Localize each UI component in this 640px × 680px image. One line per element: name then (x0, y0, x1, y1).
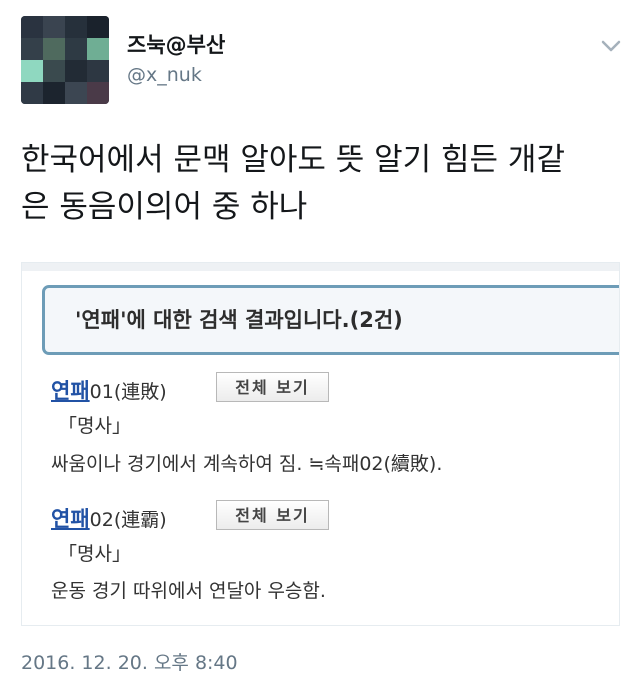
headword-link[interactable]: 연패 (51, 507, 90, 531)
tweet-timestamp[interactable]: 2016. 12. 20. 오후 8:40 (21, 648, 238, 675)
view-full-button[interactable]: 전체 보기 (216, 372, 329, 402)
part-of-speech: 「명사」 (58, 415, 131, 437)
image-top-bar (22, 263, 619, 271)
avatar[interactable] (21, 16, 109, 104)
definition: 싸움이나 경기에서 계속하여 짐. ≒속패02(續敗). (51, 453, 443, 475)
entry-suffix: 01(連敗) (89, 381, 167, 403)
display-name[interactable]: 즈눅@부산 (127, 29, 225, 59)
user-handle[interactable]: @x_nuk (127, 64, 202, 86)
definition: 운동 경기 따위에서 연달아 우승함. (51, 580, 326, 602)
dictionary-entry-head: 연패02(連霸) (51, 503, 167, 533)
headword-link[interactable]: 연패 (51, 379, 90, 403)
search-result-title: '연패'에 대한 검색 결과입니다.(2건) (75, 308, 403, 332)
view-full-button[interactable]: 전체 보기 (216, 500, 329, 530)
tweet-text-line: 은 동음이의어 중 하나 (21, 189, 308, 225)
attached-image[interactable]: '연패'에 대한 검색 결과입니다.(2건) 연패01(連敗) 전체 보기 「명… (21, 262, 620, 626)
entry-suffix: 02(連霸) (89, 509, 167, 531)
search-result-header: '연패'에 대한 검색 결과입니다.(2건) (42, 285, 619, 355)
dictionary-entry-head: 연패01(連敗) (51, 375, 167, 405)
part-of-speech: 「명사」 (58, 543, 131, 565)
tweet-text: 한국어에서 문맥 알아도 뜻 알기 힘든 개같 은 동음이의어 중 하나 (21, 137, 621, 231)
tweet-text-line: 한국어에서 문맥 알아도 뜻 알기 힘든 개같 (21, 142, 565, 178)
chevron-down-icon[interactable] (600, 38, 622, 54)
